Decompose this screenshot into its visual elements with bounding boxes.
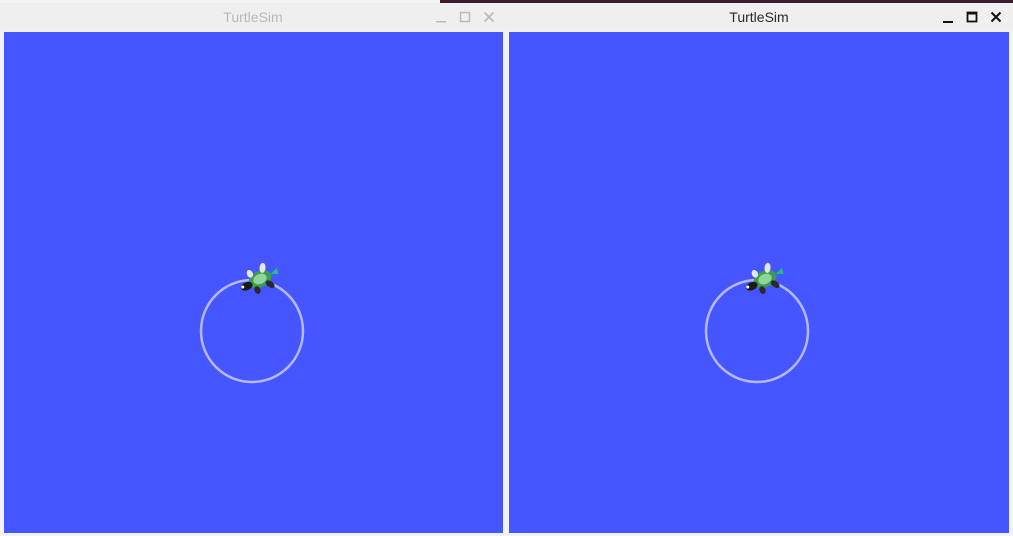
turtle-trail-circle (199, 278, 305, 384)
minimize-icon[interactable] (941, 10, 955, 24)
window-controls (941, 8, 1003, 26)
turtle-icon (241, 262, 279, 294)
close-icon[interactable] (482, 10, 496, 24)
window-title: TurtleSim (729, 9, 789, 25)
turtlesim-window-right[interactable]: TurtleSim (505, 3, 1013, 536)
window-controls (434, 8, 496, 26)
maximize-icon[interactable] (458, 10, 472, 24)
turtle-canvas (4, 32, 503, 533)
turtle-trail-circle (704, 278, 810, 384)
window-title: TurtleSim (223, 9, 283, 25)
turtle-canvas (509, 32, 1009, 533)
turtle-icon (746, 262, 784, 294)
minimize-icon[interactable] (434, 10, 448, 24)
maximize-icon[interactable] (965, 10, 979, 24)
turtlesim-window-left[interactable]: TurtleSim (0, 3, 506, 536)
turtle-canvas-drawing (199, 262, 305, 384)
turtle-canvas-drawing (704, 262, 810, 384)
window-titlebar[interactable]: TurtleSim (505, 3, 1013, 31)
window-titlebar[interactable]: TurtleSim (0, 3, 506, 31)
close-icon[interactable] (989, 10, 1003, 24)
